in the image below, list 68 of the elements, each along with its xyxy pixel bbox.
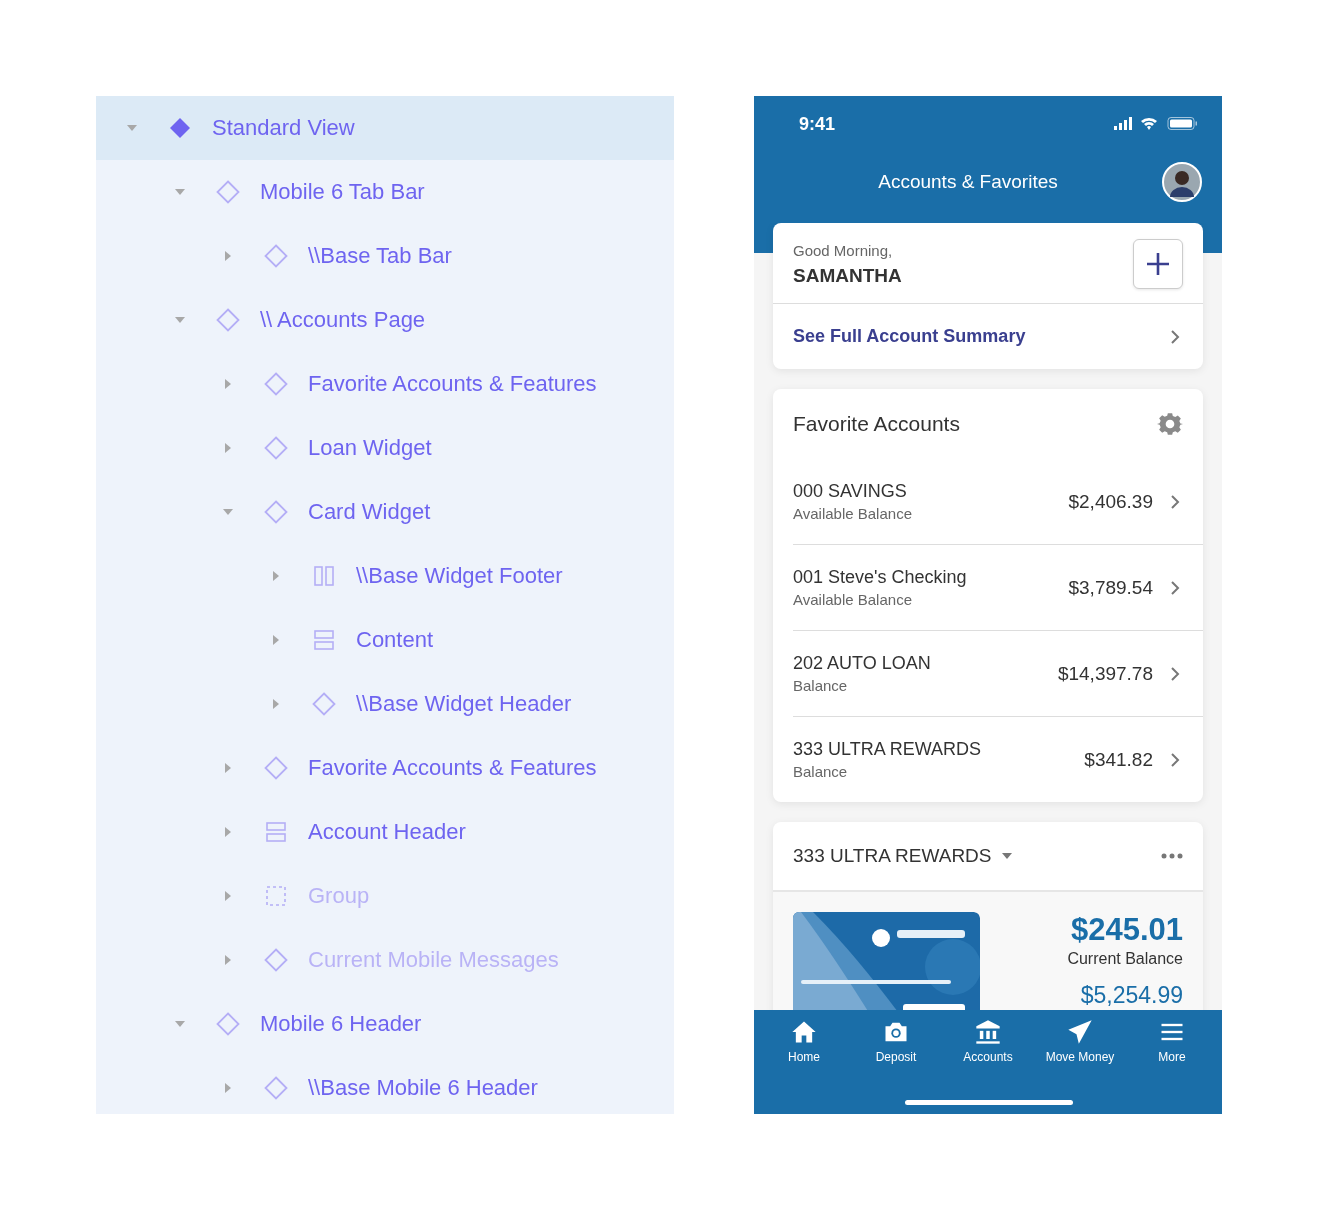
account-amount: $14,397.78 <box>1057 662 1153 685</box>
diamond-outline-icon <box>264 372 288 396</box>
add-button[interactable] <box>1133 239 1183 289</box>
dashed-square-icon <box>264 884 288 908</box>
avatar[interactable] <box>1162 162 1202 202</box>
card-title: Favorite Accounts <box>793 412 960 436</box>
layer-row[interactable]: Mobile 6 Header <box>96 992 674 1056</box>
diamond-outline-icon <box>216 308 240 332</box>
tab-button[interactable]: Accounts <box>942 1010 1034 1070</box>
rows-icon <box>312 628 336 652</box>
diamond-outline-icon <box>264 948 288 972</box>
account-row[interactable]: 202 AUTO LOAN Balance $14,397.78 <box>793 631 1203 717</box>
bank-icon <box>974 1018 1002 1046</box>
layer-row[interactable]: \\Base Widget Footer <box>96 544 674 608</box>
user-name: SAMANTHA <box>793 264 902 287</box>
layer-row[interactable]: Favorite Accounts & Features <box>96 352 674 416</box>
account-amount: $2,406.39 <box>1068 490 1153 513</box>
balance-label: Available Balance <box>793 591 913 608</box>
layer-row[interactable]: Loan Widget <box>96 416 674 480</box>
tab-button[interactable]: Home <box>758 1010 850 1070</box>
layer-row[interactable]: Content <box>96 608 674 672</box>
account-row[interactable]: 333 ULTRA REWARDS Balance $341.82 <box>793 717 1203 802</box>
diamond-outline-icon <box>264 756 288 780</box>
layer-row[interactable]: Favorite Accounts & Features <box>96 736 674 800</box>
account-amount: $341.82 <box>1084 748 1153 771</box>
greeting-text: Good Morning, <box>793 241 894 259</box>
diamond-outline-icon <box>264 436 288 460</box>
account-row[interactable]: 001 Steve's Checking Available Balance $3,789.54 <box>793 545 1203 631</box>
screen-title: Accounts & Favorites <box>877 171 1059 193</box>
layer-row[interactable]: Standard View <box>96 96 674 160</box>
diamond-outline-icon <box>216 1012 240 1036</box>
status-time: 9:41 <box>799 113 836 135</box>
balance-label: Balance <box>793 763 849 780</box>
plus-icon <box>1145 251 1171 277</box>
current-balance: $245.01 <box>1070 912 1183 948</box>
account-summary-link[interactable]: See Full Account Summary <box>793 326 1026 347</box>
diamond-outline-icon <box>216 180 240 204</box>
balance-label: Current Balance <box>1067 950 1183 968</box>
account-name: 000 SAVINGS <box>793 481 908 502</box>
account-selector[interactable]: 333 ULTRA REWARDS <box>793 845 992 867</box>
diamond-outline-icon <box>264 1076 288 1100</box>
layer-row[interactable]: \\ Accounts Page <box>96 288 674 352</box>
layer-row[interactable]: Mobile 6 Tab Bar <box>96 160 674 224</box>
account-name: 001 Steve's Checking <box>793 567 968 588</box>
layer-row[interactable]: \\Base Mobile 6 Header <box>96 1056 674 1120</box>
diamond-outline-icon <box>312 692 336 716</box>
account-name: 202 AUTO LOAN <box>793 653 932 674</box>
layer-row[interactable]: Account Header <box>96 800 674 864</box>
rows-icon <box>264 820 288 844</box>
layer-row[interactable]: \\Base Widget Header <box>96 672 674 736</box>
layer-row[interactable]: Card Widget <box>96 480 674 544</box>
settings-icon[interactable] <box>1157 411 1183 437</box>
balance-label: Balance <box>793 677 849 694</box>
tab-button[interactable]: More <box>1126 1010 1218 1070</box>
balance-label: Available Balance <box>793 505 913 522</box>
layer-row[interactable]: \\Base Tab Bar <box>96 224 674 288</box>
account-amount: $3,789.54 <box>1068 576 1153 599</box>
more-icon[interactable] <box>1161 853 1183 859</box>
diamond-outline-icon <box>264 244 288 268</box>
tab-button[interactable]: Deposit <box>850 1010 942 1070</box>
diamond-icon <box>168 116 192 140</box>
diamond-outline-icon <box>264 500 288 524</box>
card-amount: $5,254.99 <box>1080 982 1183 1009</box>
dropdown-caret-icon[interactable] <box>1001 853 1012 859</box>
account-name: 333 ULTRA REWARDS <box>793 739 983 760</box>
columns-icon <box>312 564 336 588</box>
account-row[interactable]: 000 SAVINGS Available Balance $2,406.39 <box>793 459 1203 545</box>
tab-button[interactable]: Move Money <box>1034 1010 1126 1070</box>
